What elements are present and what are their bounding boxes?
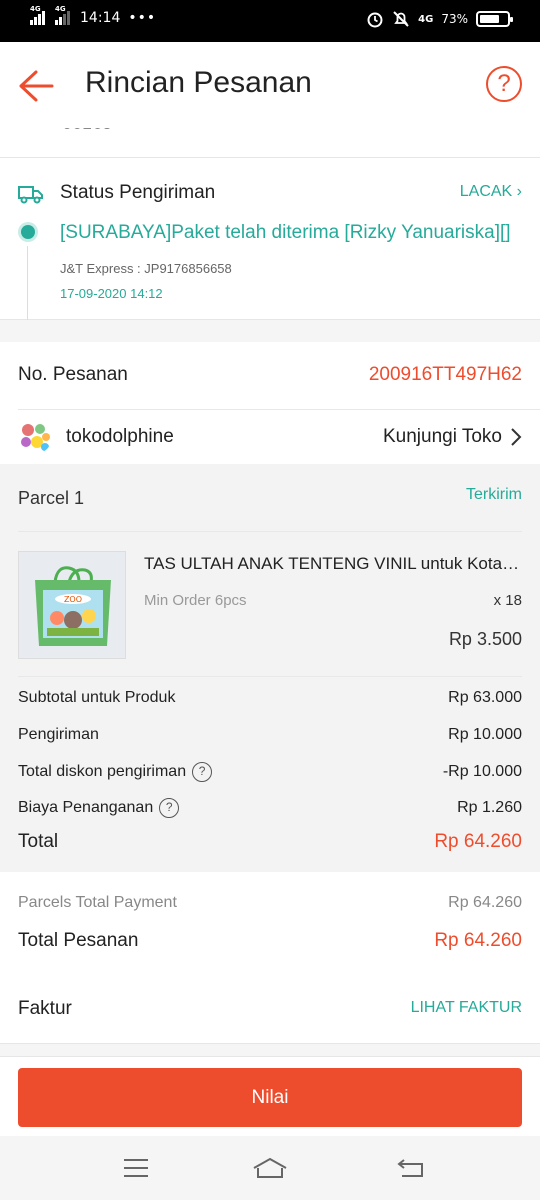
product-name[interactable]: TAS ULTAH ANAK TENTENG VINIL untuk Kotak…	[144, 554, 522, 574]
handling-fee-row: Biaya Penanganan? Rp 1.260	[18, 798, 522, 818]
handling-fee-label: Biaya Penanganan	[18, 799, 154, 817]
order-number-label: No. Pesanan	[18, 364, 128, 385]
battery-fill	[480, 15, 499, 23]
payment-summary: Parcels Total Payment Rp 64.260 Total Pe…	[0, 872, 540, 974]
order-info-section: No. Pesanan 200916TT497H62 tokodolphine …	[0, 342, 540, 464]
shipping-status-section[interactable]: Status Pengiriman LACAK › [SURABAYA]Pake…	[0, 158, 540, 320]
parcel-total-label: Total	[18, 831, 59, 852]
menu-icon[interactable]	[122, 1156, 150, 1180]
view-invoice-link[interactable]: LIHAT FAKTUR	[411, 999, 522, 1017]
track-link[interactable]: LACAK ›	[460, 183, 522, 201]
app-header: Rincian Pesanan ?	[0, 42, 540, 128]
battery-percent: 73%	[441, 12, 468, 26]
signal-icon-2: 4G	[55, 5, 70, 25]
invoice-label: Faktur	[18, 998, 72, 1019]
shipping-title: Status Pengiriman	[60, 182, 216, 203]
status-bar-right: 4G 73%	[366, 10, 513, 28]
status-bar-left: 4G 4G 14:14 •••	[30, 5, 157, 26]
subtotal-label: Subtotal untuk Produk	[18, 689, 176, 706]
mute-bell-icon	[393, 11, 409, 27]
parcel-total-value: Rp 64.260	[434, 831, 522, 852]
rate-button[interactable]: Nilai	[18, 1068, 522, 1127]
battery-icon	[476, 11, 513, 27]
visit-shop-button[interactable]: Kunjungi Toko	[383, 426, 522, 448]
divider	[18, 531, 522, 532]
visit-shop-label: Kunjungi Toko	[382, 426, 502, 447]
parcel-section: Parcel 1 Terkirim ZOO TAS ULTAH ANAK TEN…	[0, 464, 540, 872]
network-type: 4G	[30, 5, 41, 13]
product-thumbnail: ZOO	[19, 552, 125, 658]
signal-icon: 4G	[30, 5, 45, 25]
truck-icon	[18, 186, 43, 204]
alarm-icon	[367, 12, 383, 28]
product-price: Rp 3.500	[448, 629, 522, 649]
shop-logo-icon	[21, 424, 50, 451]
shipping-timestamp: 17-09-2020 14:12	[60, 286, 163, 301]
product-image[interactable]: ZOO	[18, 551, 126, 659]
cut-off-text: 00209	[62, 128, 113, 133]
shipping-discount-value: -Rp 10.000	[442, 763, 522, 780]
shop-avatar[interactable]	[18, 420, 52, 454]
timeline-line	[27, 246, 28, 320]
help-button[interactable]: ?	[486, 66, 522, 102]
page-title: Rincian Pesanan	[85, 66, 312, 99]
shipping-fee-value: Rp 10.000	[448, 726, 522, 743]
handling-fee-value: Rp 1.260	[457, 799, 522, 816]
parcel-label: Parcel 1	[18, 488, 85, 508]
home-icon[interactable]	[252, 1156, 288, 1180]
network-type-3: 4G	[418, 13, 434, 25]
subtotal-row: Subtotal untuk Produk Rp 63.000	[18, 689, 522, 707]
status-bar: 4G 4G 14:14 ••• 4G 73%	[0, 0, 540, 42]
divider	[18, 676, 522, 677]
parcels-total-label: Parcels Total Payment	[18, 894, 177, 911]
parcel-total-row: Total Rp 64.260	[18, 831, 522, 853]
chevron-right-icon	[511, 428, 522, 446]
system-nav-bar	[0, 1136, 540, 1200]
clock: 14:14	[80, 10, 121, 26]
subtotal-value: Rp 63.000	[448, 689, 522, 706]
arrow-left-icon	[19, 70, 54, 102]
parcels-total-row: Parcels Total Payment Rp 64.260	[18, 894, 522, 912]
parcels-total-value: Rp 64.260	[448, 894, 522, 911]
back-button[interactable]	[16, 66, 56, 106]
shop-name[interactable]: tokodolphine	[66, 426, 174, 448]
order-total-row: Total Pesanan Rp 64.260	[18, 930, 522, 952]
question-circle-icon[interactable]: ?	[192, 762, 213, 782]
shipping-discount-row: Total diskon pengiriman? -Rp 10.000	[18, 762, 522, 782]
shipping-fee-row: Pengiriman Rp 10.000	[18, 726, 522, 744]
scrolled-content: 00209	[0, 128, 540, 158]
shipping-fee-label: Pengiriman	[18, 726, 99, 743]
svg-text:ZOO: ZOO	[64, 595, 82, 604]
question-circle-icon[interactable]: ?	[159, 798, 180, 818]
notification-dots: •••	[128, 10, 157, 26]
back-nav-icon[interactable]	[396, 1156, 426, 1180]
invoice-row: Faktur LIHAT FAKTUR	[0, 974, 540, 1044]
network-type-2: 4G	[55, 5, 66, 13]
order-total-label: Total Pesanan	[18, 930, 139, 951]
divider	[18, 409, 540, 410]
order-number[interactable]: 200916TT497H62	[369, 364, 522, 386]
timeline-dot	[21, 225, 35, 239]
shipping-latest-status: [SURABAYA]Paket telah diterima [Rizky Ya…	[60, 222, 511, 243]
product-variant: Min Order 6pcs	[144, 592, 247, 609]
shipping-discount-label: Total diskon pengiriman	[18, 763, 187, 781]
product-quantity: x 18	[493, 592, 522, 609]
courier-tracking-number: J&T Express : JP9176856658	[60, 261, 232, 276]
bottom-action-bar: Nilai	[0, 1056, 540, 1136]
parcel-status: Terkirim	[466, 486, 522, 503]
order-total-value: Rp 64.260	[434, 930, 522, 951]
